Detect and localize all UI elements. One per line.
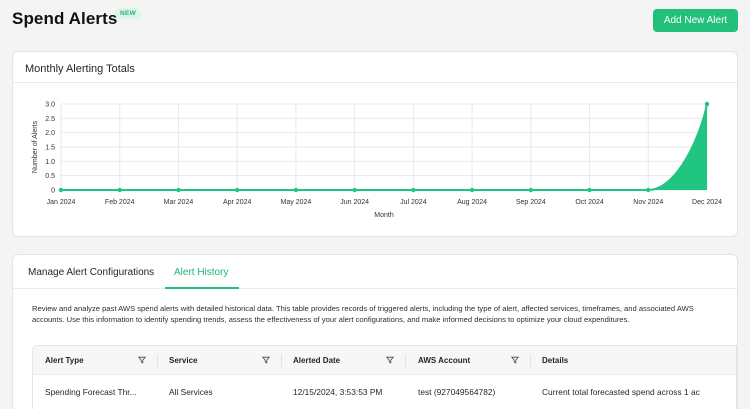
- column-divider: [405, 354, 406, 367]
- monthly-alerting-chart: 0 0.5 1.0 1.5 2.0 2.5 3.0 Jan 2024 Feb 2024 Mar 2…: [32, 101, 722, 220]
- x-tick-label: Feb 2024: [105, 199, 135, 206]
- cell-alerted-date: 12/15/2024, 3:53:53 PM: [293, 387, 383, 397]
- filter-icon[interactable]: [511, 356, 519, 364]
- data-point: [704, 101, 710, 107]
- data-point: [646, 187, 651, 193]
- cell-service: All Services: [169, 387, 213, 397]
- x-axis-label: Month: [374, 212, 394, 219]
- data-point: [293, 187, 299, 193]
- y-tick-label: 3.0: [45, 102, 55, 109]
- alert-history-description: Review and analyze past AWS spend alerts…: [32, 304, 694, 324]
- x-tick-label: Aug 2024: [457, 199, 487, 206]
- monthly-alerting-card: Monthly Alerting Totals 0 0.5 1.0 1.5 2.0 2.5…: [12, 51, 738, 237]
- column-header-alerted-date[interactable]: Alerted Date: [293, 356, 340, 365]
- x-tick-label: Sep 2024: [516, 199, 546, 206]
- x-tick-label: Apr 2024: [223, 199, 252, 206]
- x-tick-label: Nov 2024: [633, 199, 663, 206]
- chart-card-title: Monthly Alerting Totals: [13, 52, 737, 83]
- data-point: [176, 187, 181, 193]
- data-point: [587, 187, 592, 193]
- new-badge: NEW: [115, 8, 142, 19]
- filter-icon[interactable]: [138, 356, 146, 364]
- y-tick-label: 1.0: [45, 159, 55, 166]
- column-divider: [530, 354, 531, 367]
- alert-history-table: Alert Type Service Alerted Date AWS Acco…: [32, 345, 737, 409]
- tab-bar: Manage Alert Configurations Alert Histor…: [13, 255, 737, 289]
- column-header-aws-account[interactable]: AWS Account: [418, 356, 470, 365]
- y-axis-label: Number of Alerts: [32, 120, 39, 173]
- y-tick-label: 2.5: [45, 116, 55, 123]
- data-point: [469, 187, 475, 193]
- x-tick-label: Mar 2024: [164, 199, 194, 206]
- filter-icon[interactable]: [386, 356, 394, 364]
- x-tick-label: Jun 2024: [340, 199, 369, 206]
- column-header-alert-type[interactable]: Alert Type: [45, 356, 84, 365]
- table-header: Alert Type Service Alerted Date AWS Acco…: [33, 346, 736, 375]
- column-divider: [281, 354, 282, 367]
- active-tab-indicator: [165, 287, 239, 289]
- cell-aws-account: test (927049564782): [418, 387, 496, 397]
- filter-icon[interactable]: [262, 356, 270, 364]
- cell-alert-type: Spending Forecast Thr...: [45, 387, 137, 397]
- x-tick-label: Dec 2024: [692, 199, 722, 206]
- y-tick-label: 0.5: [45, 173, 55, 180]
- x-tick-label: Oct 2024: [575, 199, 604, 206]
- add-new-alert-button[interactable]: Add New Alert: [653, 9, 738, 32]
- x-tick-label: Jan 2024: [47, 199, 76, 206]
- data-point: [411, 187, 416, 193]
- column-divider: [157, 354, 158, 367]
- alerts-tabs-card: Manage Alert Configurations Alert Histor…: [12, 254, 738, 409]
- page-header: Spend Alerts NEW Add New Alert: [12, 8, 738, 34]
- data-point: [528, 187, 534, 193]
- column-header-details[interactable]: Details: [542, 356, 568, 365]
- data-point: [352, 187, 357, 193]
- y-tick-label: 1.5: [45, 145, 55, 152]
- y-tick-label: 2.0: [45, 130, 55, 137]
- page-title: Spend Alerts: [12, 9, 118, 28]
- y-tick-label: 0: [51, 188, 55, 195]
- cell-details: Current total forecasted spend across 1 …: [542, 387, 700, 397]
- data-point: [117, 187, 122, 193]
- table-row[interactable]: Spending Forecast Thr... All Services 12…: [33, 375, 736, 405]
- tab-alert-history[interactable]: Alert History: [174, 267, 228, 278]
- tab-manage-alert-configurations[interactable]: Manage Alert Configurations: [28, 267, 154, 278]
- column-header-service[interactable]: Service: [169, 356, 197, 365]
- x-tick-label: Jul 2024: [400, 199, 427, 206]
- data-point: [58, 187, 64, 193]
- data-point: [234, 187, 240, 193]
- x-tick-label: May 2024: [281, 199, 312, 206]
